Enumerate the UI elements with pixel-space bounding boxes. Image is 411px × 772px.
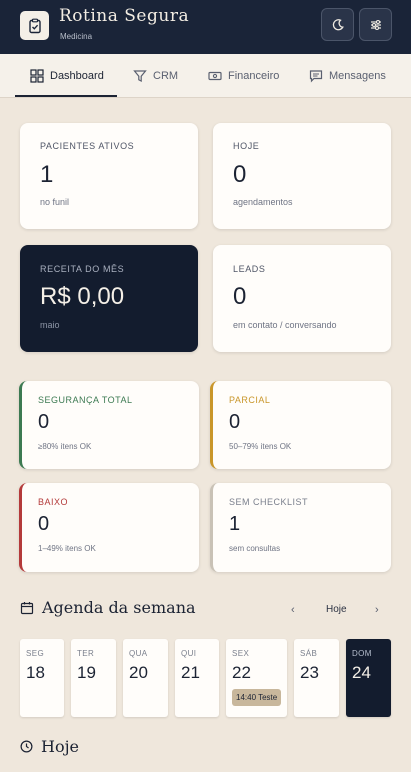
day-cell-sab[interactable]: SÁB 23: [294, 639, 339, 717]
day-name: SEG: [26, 649, 45, 658]
tab-bar: Dashboard CRM Financeiro Mensagens: [0, 54, 411, 98]
day-name: SEX: [232, 649, 250, 658]
security-label: SEM CHECKLIST: [229, 497, 309, 507]
sliders-icon: [370, 19, 381, 30]
security-desc: 1–49% itens OK: [38, 544, 96, 553]
stat-desc: no funil: [40, 197, 70, 207]
settings-button[interactable]: [359, 8, 392, 41]
day-number: 24: [352, 663, 371, 682]
agenda-title-text: Agenda da semana: [42, 598, 196, 617]
day-name: QUI: [181, 649, 197, 658]
tab-mensagens[interactable]: Mensagens: [309, 54, 386, 98]
tab-financeiro[interactable]: Financeiro: [208, 54, 279, 98]
day-number: 20: [129, 663, 148, 682]
security-desc: ≥80% itens OK: [38, 442, 92, 451]
today-button[interactable]: Hoje: [326, 604, 347, 615]
active-tab-indicator: [15, 95, 117, 97]
stat-value: 0: [233, 161, 247, 188]
day-number: 23: [300, 663, 319, 682]
day-cell-dom[interactable]: DOM 24: [346, 639, 391, 717]
stat-label: HOJE: [233, 141, 260, 151]
stat-card-pacientes[interactable]: PACIENTES ATIVOS 1 no funil: [20, 123, 198, 229]
appointment-chip[interactable]: 14:40 Teste: [232, 689, 282, 706]
security-value: 1: [229, 513, 241, 535]
filter-icon: [133, 70, 147, 82]
app-subtitle: Medicina: [60, 32, 93, 41]
tab-dashboard[interactable]: Dashboard: [30, 54, 104, 98]
cash-icon: [208, 71, 222, 81]
security-card-total[interactable]: SEGURANÇA TOTAL 0 ≥80% itens OK: [19, 381, 199, 469]
day-number: 18: [26, 663, 45, 682]
day-number: 21: [181, 663, 200, 682]
theme-toggle-button[interactable]: [321, 8, 354, 41]
agenda-title: Agenda da semana: [20, 598, 196, 617]
grid-icon: [30, 69, 44, 83]
stat-card-hoje[interactable]: HOJE 0 agendamentos: [213, 123, 391, 229]
prev-week-button[interactable]: ‹: [291, 604, 295, 616]
tab-label: Financeiro: [228, 70, 280, 82]
security-card-baixo[interactable]: BAIXO 0 1–49% itens OK: [19, 483, 199, 572]
tab-label: Mensagens: [329, 70, 386, 82]
today-section-title: Hoje: [20, 737, 79, 756]
security-label: PARCIAL: [229, 395, 271, 405]
next-week-button[interactable]: ›: [375, 604, 379, 616]
app-title: Rotina Segura: [59, 6, 190, 26]
stat-label: PACIENTES ATIVOS: [40, 141, 135, 151]
security-desc: sem consultas: [229, 544, 281, 553]
clock-icon: [20, 740, 33, 753]
stat-desc: em contato / conversando: [233, 320, 337, 330]
tab-label: CRM: [153, 70, 179, 82]
day-number: 22: [232, 663, 251, 682]
app-header: Rotina Segura Medicina: [0, 0, 411, 54]
security-label: BAIXO: [38, 497, 69, 507]
day-cell-qui[interactable]: QUI 21: [175, 639, 219, 717]
stat-label: RECEITA DO MÊS: [40, 264, 125, 274]
calendar-icon: [20, 601, 34, 614]
moon-icon: [332, 18, 344, 30]
today-section-text: Hoje: [41, 737, 80, 756]
tab-crm[interactable]: CRM: [133, 54, 178, 98]
security-value: 0: [38, 513, 50, 535]
clipboard-check-icon: [20, 11, 49, 40]
tab-label: Dashboard: [50, 70, 104, 82]
stat-card-leads[interactable]: LEADS 0 em contato / conversando: [213, 245, 391, 352]
stat-value: R$ 0,00: [40, 283, 125, 310]
stat-desc: agendamentos: [233, 197, 293, 207]
security-value: 0: [38, 411, 50, 433]
stat-value: 0: [233, 283, 247, 310]
day-number: 19: [77, 663, 96, 682]
day-cell-ter[interactable]: TER 19: [71, 639, 116, 717]
day-name: SÁB: [300, 649, 318, 658]
stat-value: 1: [40, 161, 54, 188]
stat-desc: maio: [40, 320, 60, 330]
security-value: 0: [229, 411, 241, 433]
security-card-parcial[interactable]: PARCIAL 0 50–79% itens OK: [210, 381, 391, 469]
day-name: QUA: [129, 649, 148, 658]
day-name: TER: [77, 649, 95, 658]
day-cell-qua[interactable]: QUA 20: [123, 639, 168, 717]
security-card-sem-checklist[interactable]: SEM CHECKLIST 1 sem consultas: [210, 483, 391, 572]
stat-label: LEADS: [233, 264, 266, 274]
day-cell-seg[interactable]: SEG 18: [20, 639, 64, 717]
day-name: DOM: [352, 649, 372, 658]
day-cell-sex[interactable]: SEX 22 14:40 Teste: [226, 639, 287, 717]
message-icon: [309, 70, 323, 83]
security-label: SEGURANÇA TOTAL: [38, 395, 133, 405]
stat-card-receita[interactable]: RECEITA DO MÊS R$ 0,00 maio: [20, 245, 198, 352]
security-desc: 50–79% itens OK: [229, 442, 292, 451]
